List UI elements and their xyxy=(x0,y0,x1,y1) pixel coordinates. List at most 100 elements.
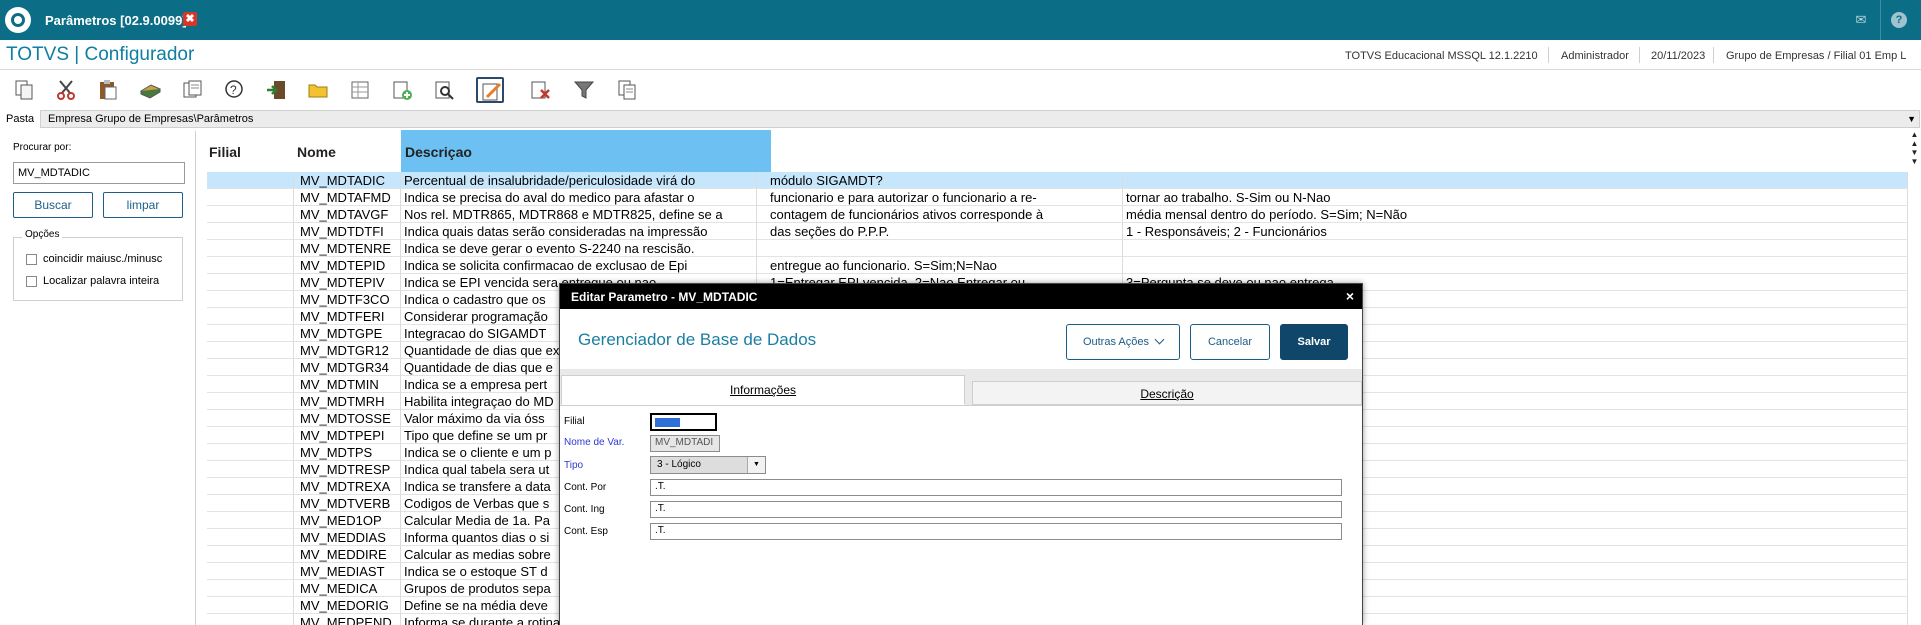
whole-word-checkbox[interactable] xyxy=(26,276,37,287)
salvar-button[interactable]: Salvar xyxy=(1280,324,1348,360)
cell-descricao-2: módulo SIGAMDT? xyxy=(767,172,1123,189)
table-row[interactable]: MV_MDTAVGF Nos rel. MDTR865, MDTR868 e MD… xyxy=(207,206,1908,223)
tab-informacoes-label: Informações xyxy=(729,383,797,397)
preview-icon[interactable] xyxy=(430,77,458,103)
cell-filial xyxy=(207,223,294,240)
grid-scroll-arrows[interactable]: ▲ ▲ ▼ ▼ xyxy=(1908,130,1921,170)
nome-var-field: MV_MDTADI xyxy=(650,435,720,452)
copy-doc-icon[interactable] xyxy=(613,77,641,103)
help-icon[interactable]: ? xyxy=(1891,12,1907,28)
cell-filial xyxy=(207,478,294,495)
tipo-label: Tipo xyxy=(564,460,584,471)
cell-nome: MV_MDTGR12 xyxy=(294,342,401,359)
cell-filial xyxy=(207,359,294,376)
environment-info: TOTVS Educacional MSSQL 12.1.2210 xyxy=(1345,50,1538,62)
documents-icon[interactable] xyxy=(178,77,206,103)
buscar-button[interactable]: Buscar xyxy=(13,192,93,218)
grid-header: Filial Nome Descriçao xyxy=(207,130,1908,172)
filter-icon[interactable] xyxy=(570,77,598,103)
cell-nome: MV_MDTADIC xyxy=(294,172,401,189)
copy-icon[interactable] xyxy=(10,77,38,103)
cell-nome: MV_MEDICA xyxy=(294,580,401,597)
cell-nome: MV_MED1OP xyxy=(294,512,401,529)
column-header-filial[interactable]: Filial xyxy=(209,144,241,160)
edit-icon[interactable] xyxy=(476,77,504,103)
cut-icon[interactable] xyxy=(52,77,80,103)
cell-descricao-3 xyxy=(1123,172,1908,189)
cell-descricao: Indica se precisa do aval do medico para… xyxy=(401,189,757,206)
table-row[interactable]: MV_MDTADIC Percentual de insalubridade/pe… xyxy=(207,172,1908,189)
whole-word-label: Localizar palavra inteira xyxy=(43,275,160,287)
cell-descricao-2: contagem de funcionários ativos correspo… xyxy=(767,206,1123,223)
cell-filial xyxy=(207,529,294,546)
cancelar-button[interactable]: Cancelar xyxy=(1190,324,1270,360)
match-case-checkbox[interactable] xyxy=(26,254,37,265)
cont-por-field[interactable]: .T. xyxy=(650,479,1342,496)
tab-informacoes[interactable]: Informações xyxy=(561,375,965,405)
cell-nome: MV_MDTFERI xyxy=(294,308,401,325)
table-row[interactable]: MV_MDTENRE Indica se deve gerar o evento … xyxy=(207,240,1908,257)
table-row[interactable]: MV_MDTDTFI Indica quais datas serão consi… xyxy=(207,223,1908,240)
close-tab-icon[interactable]: ✖ xyxy=(183,12,197,26)
options-label: Opções xyxy=(22,229,63,240)
close-icon[interactable]: × xyxy=(1346,288,1354,304)
book-icon[interactable] xyxy=(136,77,164,103)
header-separator xyxy=(1639,47,1640,63)
chevron-down-icon[interactable]: ▼ xyxy=(747,457,765,473)
cell-filial xyxy=(207,172,294,189)
tab-descricao[interactable]: Descrição xyxy=(972,381,1362,405)
cell-descricao-2: entregue ao funcionario. S=Sim;N=Nao xyxy=(767,257,1123,274)
cont-esp-field[interactable]: .T. xyxy=(650,523,1342,540)
cell-descricao-2: funcionario e para autorizar o funcionar… xyxy=(767,189,1123,206)
cell-nome: MV_MEDPEND xyxy=(294,614,401,625)
titlebar-divider xyxy=(1880,0,1881,40)
cell-nome: MV_MDTMRH xyxy=(294,393,401,410)
delete-icon[interactable] xyxy=(526,77,554,103)
table-icon[interactable] xyxy=(346,77,374,103)
cell-descricao-3: tornar ao trabalho. S-Sim ou N-Nao xyxy=(1123,189,1908,206)
svg-text:?: ? xyxy=(230,83,237,97)
cell-nome: MV_MEDDIAS xyxy=(294,529,401,546)
help-question-icon[interactable]: ? xyxy=(220,77,248,103)
cell-nome: MV_MDTOSSE xyxy=(294,410,401,427)
cell-nome: MV_MDTDTFI xyxy=(294,223,401,240)
column-header-descricao[interactable]: Descriçao xyxy=(405,144,472,160)
tipo-select[interactable]: 3 - Lógico ▼ xyxy=(650,456,766,474)
cell-nome: MV_MDTRESP xyxy=(294,461,401,478)
outras-acoes-button[interactable]: Outras Ações xyxy=(1066,324,1180,360)
table-row[interactable]: MV_MDTAFMD Indica se precisa do aval do m… xyxy=(207,189,1908,206)
cont-ing-field[interactable]: .T. xyxy=(650,501,1342,518)
search-input[interactable] xyxy=(13,162,185,184)
totvs-logo-icon xyxy=(5,7,31,33)
folder-icon[interactable] xyxy=(304,77,332,103)
filial-field[interactable] xyxy=(650,413,717,431)
cell-nome: MV_MEDORIG xyxy=(294,597,401,614)
cell-descricao-3 xyxy=(1123,240,1908,257)
add-document-icon[interactable] xyxy=(388,77,416,103)
cell-nome: MV_MEDDIRE xyxy=(294,546,401,563)
cell-nome: MV_MDTREXA xyxy=(294,478,401,495)
cont-por-label: Cont. Por xyxy=(564,482,607,493)
header-separator xyxy=(1548,47,1549,63)
pasta-select[interactable]: Empresa Grupo de Empresas\Parâmetros ▼ xyxy=(40,110,1920,128)
cell-descricao-3 xyxy=(1123,257,1908,274)
window-titlebar: Parâmetros [02.9.0099] ✖ ✉ ? xyxy=(0,0,1921,40)
cell-filial xyxy=(207,274,294,291)
cell-filial xyxy=(207,580,294,597)
cell-filial xyxy=(207,495,294,512)
cell-filial xyxy=(207,410,294,427)
pasta-label: Pasta xyxy=(6,113,35,125)
cell-descricao-3: 1 - Responsáveis; 2 - Funcionários xyxy=(1123,223,1908,240)
chevron-down-icon[interactable]: ▼ xyxy=(1907,114,1916,124)
cell-filial xyxy=(207,427,294,444)
column-header-nome[interactable]: Nome xyxy=(297,144,336,160)
limpar-button[interactable]: limpar xyxy=(103,192,183,218)
mail-icon[interactable]: ✉ xyxy=(1853,12,1869,28)
cell-filial xyxy=(207,291,294,308)
options-group xyxy=(13,237,183,301)
table-row[interactable]: MV_MDTEPID Indica se solicita confirmacao… xyxy=(207,257,1908,274)
chevron-down-icon xyxy=(1154,334,1165,345)
cell-descricao: Indica quais datas serão consideradas na… xyxy=(401,223,757,240)
paste-icon[interactable] xyxy=(94,77,122,103)
exit-icon[interactable] xyxy=(262,77,290,103)
